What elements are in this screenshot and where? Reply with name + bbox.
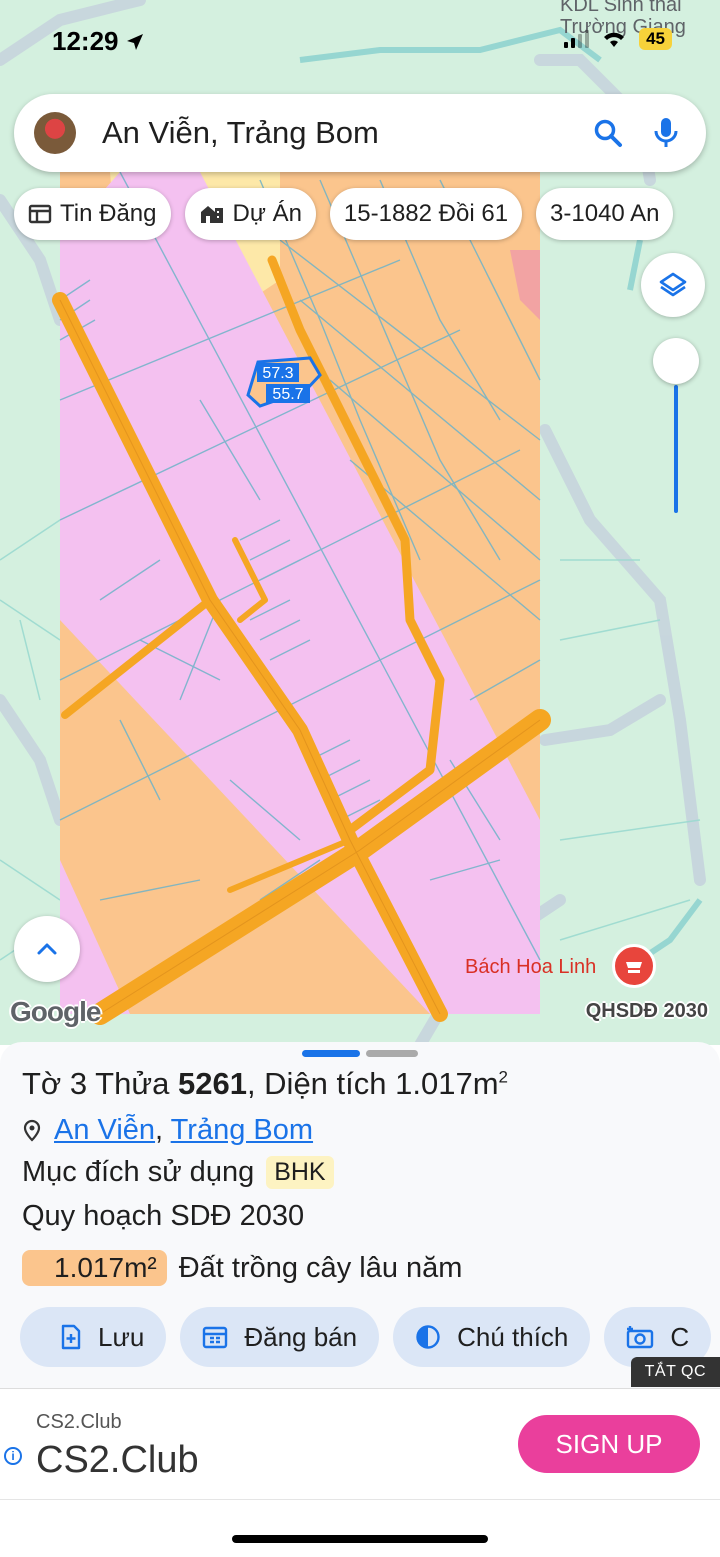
ad-banner[interactable]: i CS2.Club CS2.Club SIGN UP — [0, 1388, 720, 1500]
location-link-commune[interactable]: An Viễn — [54, 1114, 155, 1146]
usage-label: Mục đích sử dụng — [22, 1156, 255, 1188]
opacity-slider-thumb[interactable] — [653, 338, 699, 384]
status-time-text: 12:29 — [52, 26, 119, 56]
camera-label: C — [670, 1321, 690, 1352]
layers-button[interactable] — [641, 253, 705, 317]
contrast-icon — [416, 1325, 440, 1349]
ad-source: CS2.Club — [36, 1411, 122, 1433]
chip-label: 15-1882 Đồi 61 — [343, 200, 509, 227]
mic-icon[interactable] — [646, 113, 686, 153]
title-mid: , Diện tích — [246, 1066, 387, 1101]
plan-label: Quy hoạch SDĐ 2030 — [22, 1200, 305, 1232]
plan-type: Đất trồng cây lâu năm — [178, 1251, 463, 1284]
location-line: An Viễn, Trảng Bom — [22, 1114, 313, 1147]
usage-row: Mục đích sử dụng BHK — [22, 1156, 334, 1189]
post-sale-button[interactable]: Đăng bán — [180, 1307, 380, 1367]
area-unit-sup: 2 — [498, 1067, 508, 1087]
chip-label: 3-1040 An — [550, 200, 660, 227]
location-separator: , — [155, 1114, 164, 1146]
chip-label: Tin Đăng — [60, 200, 157, 227]
add-file-icon — [61, 1324, 81, 1350]
location-pin-icon — [23, 1119, 41, 1142]
parcel-number: 5261 — [177, 1066, 247, 1101]
sheet-handle-active[interactable] — [302, 1050, 360, 1057]
parcel-area: 1.017m — [395, 1066, 499, 1101]
plan-tag: QHSDĐ 2030 — [585, 1000, 708, 1022]
chip-recent-1[interactable]: 15-1882 Đồi 61 — [329, 188, 523, 240]
status-icons: 45 — [564, 28, 672, 50]
location-link-district[interactable]: Trảng Bom — [171, 1114, 313, 1146]
plan-area-pill: 1.017m² — [22, 1250, 167, 1286]
chip-recent-2[interactable]: 3-1040 An — [536, 188, 674, 240]
search-text[interactable]: An Viễn, Trảng Bom — [102, 115, 588, 151]
listing-icon — [28, 204, 52, 224]
save-label: Lưu — [98, 1321, 145, 1352]
legend-label: Chú thích — [457, 1321, 569, 1352]
status-time: 12:29 — [52, 26, 145, 57]
filter-chips: Tin Đăng Dự Án 15-1882 Đồi 61 3-1040 An — [14, 188, 674, 240]
parcel-title: Tờ 3 Thửa 5261, Diện tích 1.017m2 — [22, 1066, 508, 1102]
chevron-up-icon — [37, 943, 57, 955]
parcel-info-sheet[interactable]: Tờ 3 Thửa 5261, Diện tích 1.017m2 An Viễ… — [0, 1042, 720, 1388]
parcel-label-2: 55.7 — [272, 386, 303, 403]
search-icon[interactable] — [588, 113, 628, 153]
home-indicator[interactable] — [232, 1535, 488, 1543]
chip-label: Dự Án — [232, 200, 302, 227]
expand-button[interactable] — [14, 916, 80, 982]
usage-code-badge: BHK — [266, 1156, 334, 1189]
building-icon — [200, 206, 223, 223]
search-bar[interactable]: An Viễn, Trảng Bom — [14, 94, 706, 172]
store-pin-icon[interactable] — [612, 944, 656, 988]
opacity-slider-track[interactable] — [674, 385, 678, 513]
action-buttons: Lưu Đăng bán Chú thích C — [20, 1307, 712, 1367]
ad-title[interactable]: CS2.Club — [36, 1439, 199, 1482]
calendar-icon — [203, 1326, 228, 1349]
google-logo: Google — [10, 996, 101, 1027]
chip-tin-dang[interactable]: Tin Đăng — [14, 188, 171, 240]
ad-signup-button[interactable]: SIGN UP — [518, 1415, 700, 1473]
save-button[interactable]: Lưu — [20, 1307, 167, 1367]
legend-button[interactable]: Chú thích — [393, 1307, 591, 1367]
sheet-handle[interactable] — [366, 1050, 418, 1057]
chip-du-an[interactable]: Dự Án — [184, 188, 316, 240]
title-prefix: Tờ 3 Thửa — [22, 1066, 170, 1101]
plan-area-row: 1.017m² Đất trồng cây lâu năm — [22, 1250, 462, 1286]
wifi-icon — [604, 32, 625, 47]
ad-info-icon[interactable]: i — [4, 1447, 22, 1465]
poi-store-label[interactable]: Bách Hoa Linh — [465, 956, 596, 979]
camera-icon — [627, 1326, 654, 1349]
cellular-signal-icon — [564, 30, 590, 48]
hide-ads-button[interactable]: TẮT QC — [630, 1357, 720, 1387]
layers-icon — [659, 272, 687, 297]
avatar[interactable] — [34, 112, 76, 154]
battery-level: 45 — [639, 28, 672, 50]
parcel-label-1: 57.3 — [262, 365, 293, 382]
map-view[interactable]: 57.3 55.7 KDL Sinh thái Trường Giang Bác… — [0, 0, 720, 1045]
post-sale-label: Đăng bán — [244, 1321, 358, 1352]
location-arrow-icon — [126, 33, 143, 50]
